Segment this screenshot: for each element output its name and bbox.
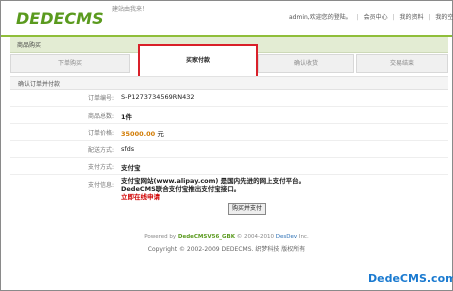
- row-payment-info: 支付信息: 支付宝网站(www.alipay.com) 是国内先进的网上支付平台…: [10, 175, 448, 201]
- site-header: DEDECMS 建站由我来！ admin,欢迎您的登陆。 | 会员中心 | 我的…: [1, 1, 453, 35]
- order-price-label: 订单价格:: [87, 130, 114, 137]
- powered-prefix: Powered by: [144, 234, 177, 240]
- delivery-value: sfds: [121, 145, 135, 153]
- step-trade-complete: 交易结束: [356, 54, 448, 73]
- page-title: 商品购买: [17, 42, 42, 49]
- site-logo[interactable]: DEDECMS: [16, 9, 104, 28]
- user-bar: admin,欢迎您的登陆。 | 会员中心 | 我的资料 | 我的空间: [289, 12, 453, 21]
- purchase-steps: 下单购买 买家付款 确认收货 交易结束: [10, 44, 448, 78]
- row-goods-count: 商品总数: 1件: [10, 107, 448, 124]
- logo-main: DEDE: [16, 9, 65, 28]
- goods-count-label: 商品总数:: [87, 113, 114, 120]
- payment-method-label: 支付方式:: [87, 164, 114, 171]
- row-order-price: 订单价格: 35000.00 元: [10, 124, 448, 141]
- payment-method-value: 支付宝: [121, 164, 141, 172]
- row-order-number: 订单编号: S-P1273734569RN432: [10, 88, 448, 107]
- step-confirm-receipt: 确认收货: [258, 54, 354, 73]
- goods-count-value: 1件: [121, 113, 133, 121]
- site-slogan: 建站由我来！: [112, 6, 149, 13]
- order-price-value: 35000.00 元: [121, 130, 164, 138]
- row-payment-method: 支付方式: 支付宝: [10, 158, 448, 175]
- payment-info-line1: 支付宝网站(www.alipay.com) 是国内先进的网上支付平台。: [121, 177, 306, 185]
- apply-online-link[interactable]: 立即在线申请: [121, 193, 305, 201]
- link-member-center[interactable]: 会员中心: [364, 12, 388, 21]
- powered-suffix: Inc.: [298, 234, 309, 240]
- delivery-label: 配送方式:: [87, 147, 114, 154]
- user-greeting: admin,欢迎您的登陆。: [289, 14, 352, 21]
- site-watermark: DedeCMS.com: [368, 272, 453, 285]
- powered-product-link[interactable]: DedeCMSV56_GBK: [178, 234, 235, 240]
- order-number-label: 订单编号:: [87, 95, 114, 102]
- divider: |: [428, 14, 431, 21]
- payment-info-text: 支付宝网站(www.alipay.com) 是国内先进的网上支付平台。 Dede…: [121, 177, 305, 201]
- divider: |: [392, 14, 395, 21]
- link-my-profile[interactable]: 我的资料: [399, 12, 423, 21]
- price-unit: 元: [157, 130, 164, 138]
- logo-cms: CMS: [64, 9, 104, 28]
- footer-copyright: Copyright © 2002-2009 DEDECMS. 织梦科技 版权所有: [147, 246, 306, 253]
- payment-info-label: 支付信息:: [87, 182, 114, 189]
- section-title: 确认订单并付款: [18, 81, 61, 88]
- divider: |: [356, 14, 359, 21]
- buy-and-pay-button[interactable]: 购买并支付: [228, 203, 267, 215]
- row-delivery: 配送方式: sfds: [10, 141, 448, 158]
- footer-powered: Powered by DedeCMSV56_GBK © 2004-2010 De…: [0, 234, 453, 240]
- link-my-space[interactable]: 我的空间: [435, 12, 453, 21]
- step-buyer-payment: 买家付款: [138, 44, 258, 78]
- payment-info-line2: DedeCMS联合支付宝推出支付宝接口。: [121, 185, 241, 193]
- powered-years: © 2004-2010: [236, 234, 274, 240]
- order-number-value: S-P1273734569RN432: [121, 93, 195, 101]
- step-place-order: 下单购买: [10, 54, 130, 73]
- powered-company-link[interactable]: DesDev: [276, 234, 297, 240]
